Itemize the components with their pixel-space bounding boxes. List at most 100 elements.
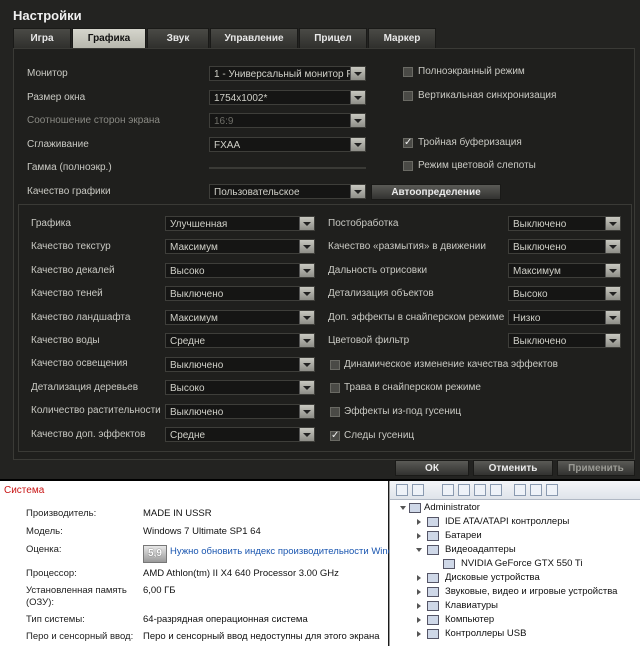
collapse-icon[interactable]: [416, 548, 422, 552]
cancel-button[interactable]: Отменить: [473, 460, 553, 476]
gamma-slider[interactable]: [209, 167, 366, 169]
cpu-value: AMD Athlon(tm) II X4 640 Processor 3.00 …: [143, 568, 339, 579]
chevron-down-icon: [605, 264, 620, 277]
texture-quality-select[interactable]: Максимум: [165, 239, 315, 254]
setting-label: Дальность отрисовки: [328, 265, 428, 276]
disable-icon[interactable]: [546, 484, 558, 496]
tab-sound[interactable]: Звук: [147, 28, 209, 49]
tab-controls[interactable]: Управление: [210, 28, 298, 49]
monitor-select[interactable]: 1 - Универсальный монитор PnI: [209, 66, 366, 81]
quality-select[interactable]: Пользовательское: [209, 184, 366, 199]
device-category[interactable]: Клавиатуры: [445, 600, 498, 611]
device-root[interactable]: Administrator: [424, 502, 480, 513]
window-size-label: Размер окна: [27, 92, 86, 103]
expand-icon[interactable]: [417, 617, 421, 623]
keyboard-icon: [427, 601, 439, 611]
refresh-icon[interactable]: [458, 484, 470, 496]
system-type-label: Тип системы:: [26, 614, 85, 625]
device-category[interactable]: Контроллеры USB: [445, 628, 526, 639]
motion-blur-select[interactable]: Выключено: [508, 239, 621, 254]
quality-value: Пользовательское: [214, 187, 300, 198]
setting-label: Количество растительности: [31, 405, 161, 416]
setting-label: Доп. эффекты в снайперском режиме: [328, 312, 505, 323]
tab-sight[interactable]: Прицел: [299, 28, 367, 49]
colorblind-label: Режим цветовой слепоты: [418, 160, 536, 171]
fullscreen-checkbox[interactable]: [403, 67, 413, 77]
chevron-down-icon: [605, 217, 620, 230]
setting-value: Выключено: [513, 219, 567, 230]
track-marks-checkbox[interactable]: ✓: [330, 431, 340, 441]
update-driver-icon[interactable]: [530, 484, 542, 496]
colorblind-checkbox[interactable]: [403, 161, 413, 171]
vsync-checkbox[interactable]: [403, 91, 413, 101]
setting-label: Детализация деревьев: [31, 382, 139, 393]
device-category[interactable]: Компьютер: [445, 614, 494, 625]
extra-effects-select[interactable]: Средне: [165, 427, 315, 442]
water-quality-select[interactable]: Средне: [165, 333, 315, 348]
setting-label: Качество «размытия» в движении: [328, 241, 486, 252]
setting-value: Выключено: [170, 360, 224, 371]
draw-distance-select[interactable]: Максимум: [508, 263, 621, 278]
rating-link[interactable]: Нужно обновить индекс производительности…: [170, 546, 393, 557]
setting-label: Качество воды: [31, 335, 100, 346]
expand-icon[interactable]: [417, 575, 421, 581]
ram-label-line1: Установленная память: [26, 585, 127, 596]
postprocessing-select[interactable]: Выключено: [508, 216, 621, 231]
properties-icon[interactable]: [442, 484, 454, 496]
sniper-grass-checkbox[interactable]: [330, 383, 340, 393]
expand-icon[interactable]: [417, 631, 421, 637]
device-category[interactable]: Видеоадаптеры: [445, 544, 516, 555]
expand-icon[interactable]: [400, 506, 406, 510]
help-icon[interactable]: [474, 484, 486, 496]
chevron-down-icon: [299, 217, 314, 230]
device-category[interactable]: Батареи: [445, 530, 482, 541]
track-effects-label: Эффекты из-под гусениц: [344, 406, 462, 417]
back-icon[interactable]: [396, 484, 408, 496]
expand-icon[interactable]: [417, 603, 421, 609]
graphics-select[interactable]: Улучшенная: [165, 216, 315, 231]
terrain-quality-select[interactable]: Максимум: [165, 310, 315, 325]
manufacturer-label: Производитель:: [26, 508, 97, 519]
monitor-value: 1 - Универсальный монитор PnI: [214, 69, 362, 80]
track-effects-checkbox[interactable]: [330, 407, 340, 417]
scan-icon[interactable]: [514, 484, 526, 496]
device-category[interactable]: IDE ATA/ATAPI контроллеры: [445, 516, 569, 527]
view-icon[interactable]: [490, 484, 502, 496]
ok-button[interactable]: ОК: [395, 460, 469, 476]
tab-game[interactable]: Игра: [13, 28, 71, 49]
decal-quality-select[interactable]: Высоко: [165, 263, 315, 278]
forward-icon[interactable]: [412, 484, 424, 496]
tree-detail-select[interactable]: Высоко: [165, 380, 315, 395]
setting-value: Выключено: [513, 242, 567, 253]
device-item[interactable]: NVIDIA GeForce GTX 550 Ti: [461, 558, 582, 569]
aa-select[interactable]: FXAA: [209, 137, 366, 152]
object-detail-select[interactable]: Высоко: [508, 286, 621, 301]
dynamic-effects-checkbox[interactable]: [330, 360, 340, 370]
expand-icon[interactable]: [417, 519, 421, 525]
disk-icon: [427, 573, 439, 583]
vegetation-select[interactable]: Выключено: [165, 404, 315, 419]
computer-icon: [409, 503, 421, 513]
device-category[interactable]: Звуковые, видео и игровые устройства: [445, 586, 617, 597]
autodetect-button[interactable]: Автоопределение: [371, 184, 501, 200]
window-size-select[interactable]: 1754x1002*: [209, 90, 366, 105]
chevron-down-icon: [299, 334, 314, 347]
color-filter-select[interactable]: Выключено: [508, 333, 621, 348]
setting-label: Качество теней: [31, 288, 103, 299]
computer-icon: [427, 615, 439, 625]
fullscreen-label: Полноэкранный режим: [418, 66, 525, 77]
aa-label: Сглаживание: [27, 139, 89, 150]
sniper-effects-select[interactable]: Низко: [508, 310, 621, 325]
expand-icon[interactable]: [417, 589, 421, 595]
apply-button[interactable]: Применить: [557, 460, 635, 476]
shadow-quality-select[interactable]: Выключено: [165, 286, 315, 301]
tab-graphics[interactable]: Графика: [72, 28, 146, 49]
triple-buffer-checkbox[interactable]: ✓: [403, 138, 413, 148]
tab-marker[interactable]: Маркер: [368, 28, 436, 49]
chevron-down-icon: [299, 381, 314, 394]
lighting-quality-select[interactable]: Выключено: [165, 357, 315, 372]
device-category[interactable]: Дисковые устройства: [445, 572, 540, 583]
expand-icon[interactable]: [417, 533, 421, 539]
aspect-value: 16:9: [214, 116, 234, 127]
device-manager: Administrator IDE ATA/ATAPI контроллеры …: [389, 481, 640, 646]
